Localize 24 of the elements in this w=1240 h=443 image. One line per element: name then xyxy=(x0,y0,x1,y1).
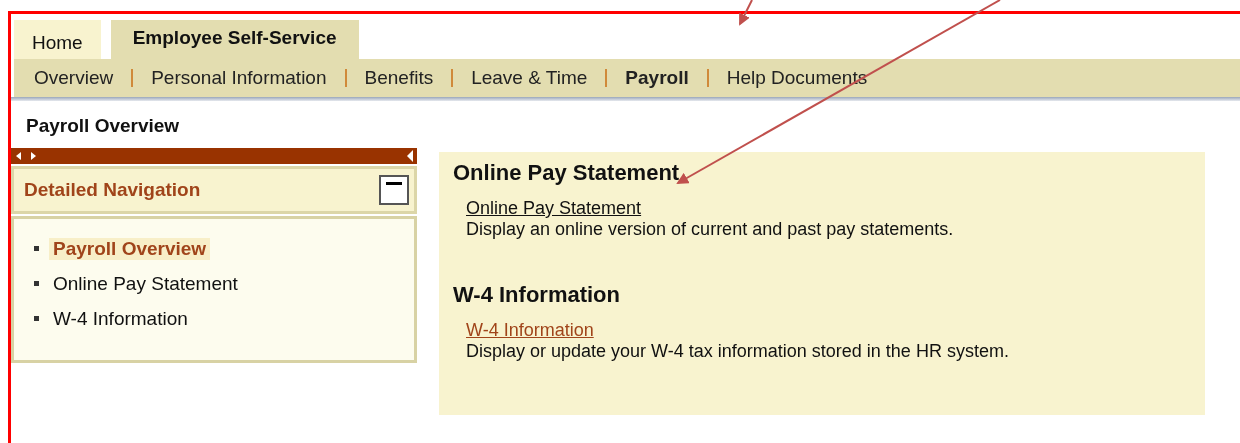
subnav-link[interactable]: Benefits xyxy=(364,67,434,89)
section-heading: Online Pay Statement xyxy=(453,160,681,186)
section-description: Display an online version of current and past pay statements. xyxy=(466,219,955,240)
subnav-link[interactable]: Payroll xyxy=(625,67,689,89)
collapse-icon[interactable] xyxy=(405,149,415,163)
nav-link[interactable]: W-4 Information xyxy=(53,307,188,330)
subnav-link[interactable]: Overview xyxy=(34,67,114,89)
bullet-icon xyxy=(34,246,39,251)
subnav-link[interactable]: Leave & Time xyxy=(471,67,588,89)
nav-link[interactable]: Online Pay Statement xyxy=(53,272,238,295)
section-link[interactable]: Online Pay Statement xyxy=(466,198,642,219)
page-title: Payroll Overview xyxy=(25,114,181,138)
toggle-icon[interactable] xyxy=(379,175,409,205)
subnav-link[interactable]: Help Documents xyxy=(726,67,868,89)
tab[interactable]: Employee Self-Service xyxy=(110,20,359,59)
subnav-link[interactable]: Personal Information xyxy=(151,67,327,89)
panel-title: Detailed Navigation xyxy=(24,179,201,201)
bullet-icon xyxy=(34,281,39,286)
section-heading: W-4 Information xyxy=(453,282,621,308)
nav-link[interactable]: Payroll Overview xyxy=(49,237,211,260)
bullet-icon xyxy=(34,316,39,321)
section-link[interactable]: W-4 Information xyxy=(466,320,594,341)
tab[interactable]: Home xyxy=(14,20,101,59)
section-description: Display or update your W-4 tax information stored in the HR system. xyxy=(466,341,1010,362)
